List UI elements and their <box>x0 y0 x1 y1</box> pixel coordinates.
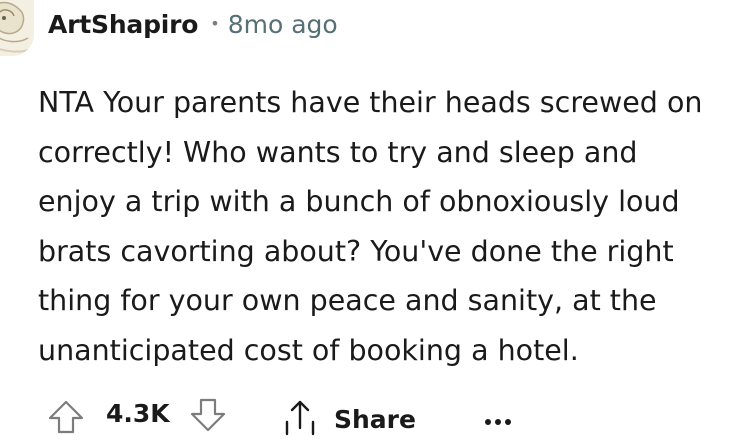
user-avatar-icon <box>0 0 34 56</box>
share-button[interactable]: Share <box>282 396 416 436</box>
more-options-button[interactable] <box>482 402 514 442</box>
vote-score: 4.3K <box>106 399 170 428</box>
comment-actions: 4.3K Share <box>46 396 746 436</box>
downvote-arrow-icon <box>190 398 226 432</box>
meta-separator: • <box>210 13 220 33</box>
username-link[interactable]: ArtShapiro <box>48 10 198 39</box>
share-label: Share <box>334 404 416 434</box>
upvote-button[interactable] <box>46 396 86 436</box>
timestamp[interactable]: 8mo ago <box>228 10 338 39</box>
avatar[interactable] <box>0 0 34 56</box>
share-icon <box>285 400 315 436</box>
downvote-button[interactable] <box>188 396 228 436</box>
comment-text: NTA Your parents have their heads screwe… <box>38 86 703 367</box>
comment-meta: ArtShapiro • 8mo ago <box>48 6 338 42</box>
upvote-arrow-icon <box>48 400 84 434</box>
ellipsis-icon <box>485 419 511 425</box>
